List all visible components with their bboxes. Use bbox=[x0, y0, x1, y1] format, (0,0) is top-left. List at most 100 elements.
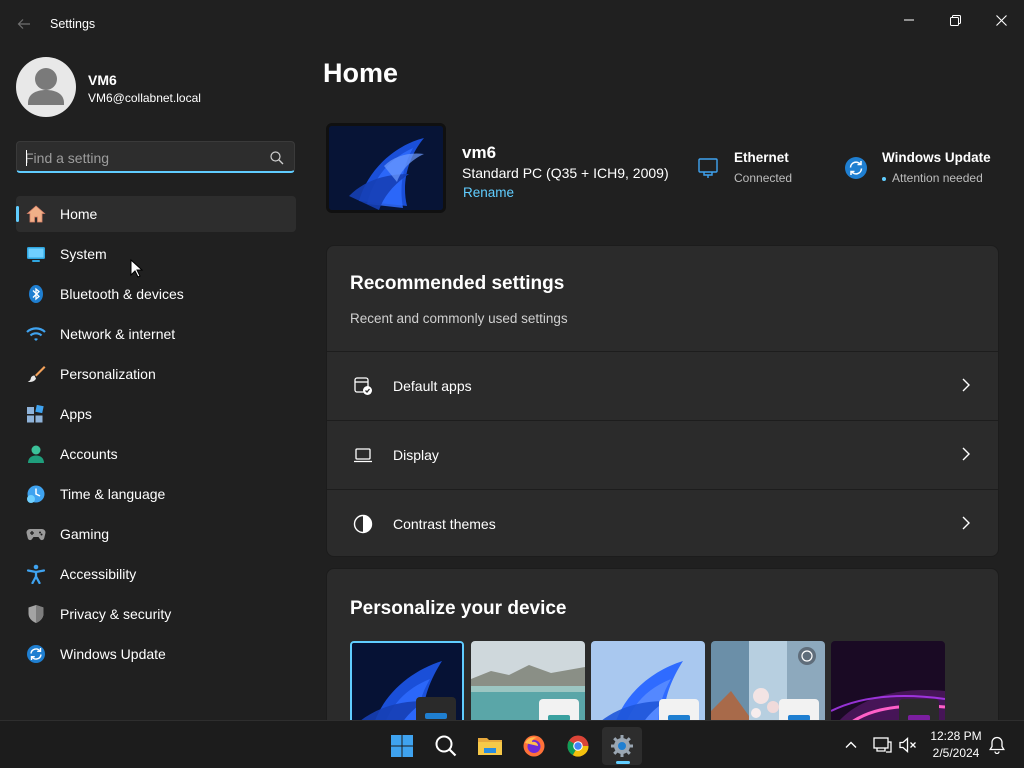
sidebar-item-privacy[interactable]: Privacy & security bbox=[16, 596, 296, 632]
close-icon bbox=[995, 14, 1007, 26]
restore-icon bbox=[949, 14, 961, 26]
maximize-button[interactable] bbox=[932, 4, 978, 36]
clock-time[interactable]: 12:28 PM bbox=[924, 729, 988, 743]
sidebar-item-label: Time & language bbox=[60, 486, 166, 502]
contrast-icon bbox=[353, 514, 373, 534]
taskbar: 12:28 PM 2/5/2024 bbox=[0, 720, 1024, 768]
home-icon bbox=[26, 204, 46, 224]
windows-update-status-icon[interactable] bbox=[844, 156, 868, 180]
search-input[interactable] bbox=[25, 148, 255, 168]
sidebar-item-windows-update[interactable]: Windows Update bbox=[16, 636, 296, 672]
minimize-icon bbox=[904, 19, 914, 21]
text-caret bbox=[26, 150, 27, 166]
sidebar-item-label: Accessibility bbox=[60, 566, 137, 582]
search-box[interactable] bbox=[16, 141, 295, 173]
windows-update-icon bbox=[26, 644, 46, 664]
theme-windows-light[interactable] bbox=[591, 641, 705, 731]
firefox-icon bbox=[523, 735, 545, 757]
sidebar-item-network[interactable]: Network & internet bbox=[16, 316, 296, 352]
rename-link[interactable]: Rename bbox=[463, 185, 514, 200]
back-button[interactable] bbox=[12, 12, 36, 36]
chevron-right-icon bbox=[962, 378, 970, 392]
theme-lake[interactable] bbox=[471, 641, 585, 731]
close-button[interactable] bbox=[978, 4, 1024, 36]
sidebar-item-label: Network & internet bbox=[60, 326, 176, 342]
volume-muted-icon bbox=[899, 737, 916, 753]
sidebar-item-label: Accounts bbox=[60, 446, 118, 462]
bluetooth-icon bbox=[26, 284, 46, 304]
device-wallpaper-thumbnail[interactable] bbox=[326, 123, 446, 213]
row-label: Display bbox=[393, 447, 439, 463]
theme-flowers[interactable] bbox=[711, 641, 825, 731]
title-bar: Settings bbox=[0, 0, 1024, 48]
sidebar-item-time-language[interactable]: Time & language bbox=[16, 476, 296, 512]
sidebar-item-label: Gaming bbox=[60, 526, 110, 542]
recommended-subtitle: Recent and commonly used settings bbox=[350, 311, 568, 326]
sidebar-item-home[interactable]: Home bbox=[16, 196, 296, 232]
minimize-button[interactable] bbox=[886, 4, 932, 36]
taskbar-start-button[interactable] bbox=[382, 727, 422, 765]
clock-date[interactable]: 2/5/2024 bbox=[924, 746, 988, 760]
network-tray-button[interactable] bbox=[870, 733, 894, 757]
ethernet-icon[interactable] bbox=[696, 156, 720, 180]
sidebar-nav: Home System Bluetooth & devices Network … bbox=[16, 196, 296, 676]
sidebar-item-system[interactable]: System bbox=[16, 236, 296, 272]
chevron-right-icon bbox=[962, 447, 970, 461]
sidebar-item-label: Privacy & security bbox=[60, 606, 172, 622]
search-icon[interactable] bbox=[269, 150, 285, 166]
device-name: vm6 bbox=[462, 143, 497, 162]
search-icon bbox=[435, 735, 457, 757]
ethernet-status-title[interactable]: Ethernet bbox=[734, 150, 789, 165]
personalize-title: Personalize your device bbox=[350, 598, 567, 619]
app-title: Settings bbox=[50, 17, 96, 31]
notifications-button[interactable] bbox=[985, 733, 1009, 757]
sidebar-item-personalization[interactable]: Personalization bbox=[16, 356, 296, 392]
sidebar-item-apps[interactable]: Apps bbox=[16, 396, 296, 432]
taskbar-settings[interactable] bbox=[602, 727, 642, 765]
volume-tray-button[interactable] bbox=[896, 733, 920, 757]
chevron-right-icon bbox=[962, 516, 970, 530]
recommended-row-default-apps[interactable]: Default apps bbox=[327, 351, 998, 419]
theme-glow[interactable] bbox=[831, 641, 945, 731]
sidebar-item-accessibility[interactable]: Accessibility bbox=[16, 556, 296, 592]
laptop-icon bbox=[354, 448, 372, 463]
wifi-icon bbox=[26, 324, 46, 344]
taskbar-firefox[interactable] bbox=[514, 727, 554, 765]
sidebar-item-accounts[interactable]: Accounts bbox=[16, 436, 296, 472]
recommended-title: Recommended settings bbox=[350, 273, 565, 294]
row-label: Default apps bbox=[393, 378, 472, 394]
profile-email: VM6@collabnet.local bbox=[88, 91, 201, 105]
gamepad-icon bbox=[26, 524, 46, 544]
recommended-row-contrast-themes[interactable]: Contrast themes bbox=[327, 489, 998, 557]
device-model: Standard PC (Q35 + ICH9, 2009) bbox=[462, 165, 669, 181]
bell-icon bbox=[989, 736, 1005, 754]
accounts-icon bbox=[26, 444, 46, 464]
windows-update-status-title[interactable]: Windows Update bbox=[882, 150, 991, 165]
sidebar-item-label: Personalization bbox=[60, 366, 156, 382]
chrome-icon bbox=[567, 735, 589, 757]
taskbar-file-explorer[interactable] bbox=[470, 727, 510, 765]
windows-update-status-subtitle: Attention needed bbox=[892, 171, 983, 185]
sidebar-item-bluetooth[interactable]: Bluetooth & devices bbox=[16, 276, 296, 312]
avatar[interactable] bbox=[16, 57, 76, 117]
sidebar-item-label: Home bbox=[60, 206, 98, 222]
settings-icon bbox=[611, 735, 633, 757]
sidebar-item-label: Windows Update bbox=[60, 646, 166, 662]
theme-windows-dark[interactable] bbox=[350, 641, 464, 731]
taskbar-chrome[interactable] bbox=[558, 727, 598, 765]
sidebar-item-label: System bbox=[60, 246, 107, 262]
recommended-settings-card: Recommended settings Recent and commonly… bbox=[326, 245, 999, 557]
back-arrow-icon bbox=[17, 19, 30, 29]
show-hidden-icons-button[interactable] bbox=[839, 733, 863, 757]
mouse-cursor-icon bbox=[130, 259, 144, 278]
sidebar-item-gaming[interactable]: Gaming bbox=[16, 516, 296, 552]
default-apps-icon bbox=[354, 377, 372, 395]
apps-icon bbox=[26, 404, 46, 424]
page-title: Home bbox=[323, 58, 399, 88]
ethernet-status-subtitle: Connected bbox=[734, 171, 793, 185]
time-language-icon bbox=[26, 484, 46, 504]
profile-name: VM6 bbox=[88, 72, 117, 88]
sidebar-item-label: Apps bbox=[60, 406, 92, 422]
taskbar-search-button[interactable] bbox=[426, 727, 466, 765]
recommended-row-display[interactable]: Display bbox=[327, 420, 998, 488]
